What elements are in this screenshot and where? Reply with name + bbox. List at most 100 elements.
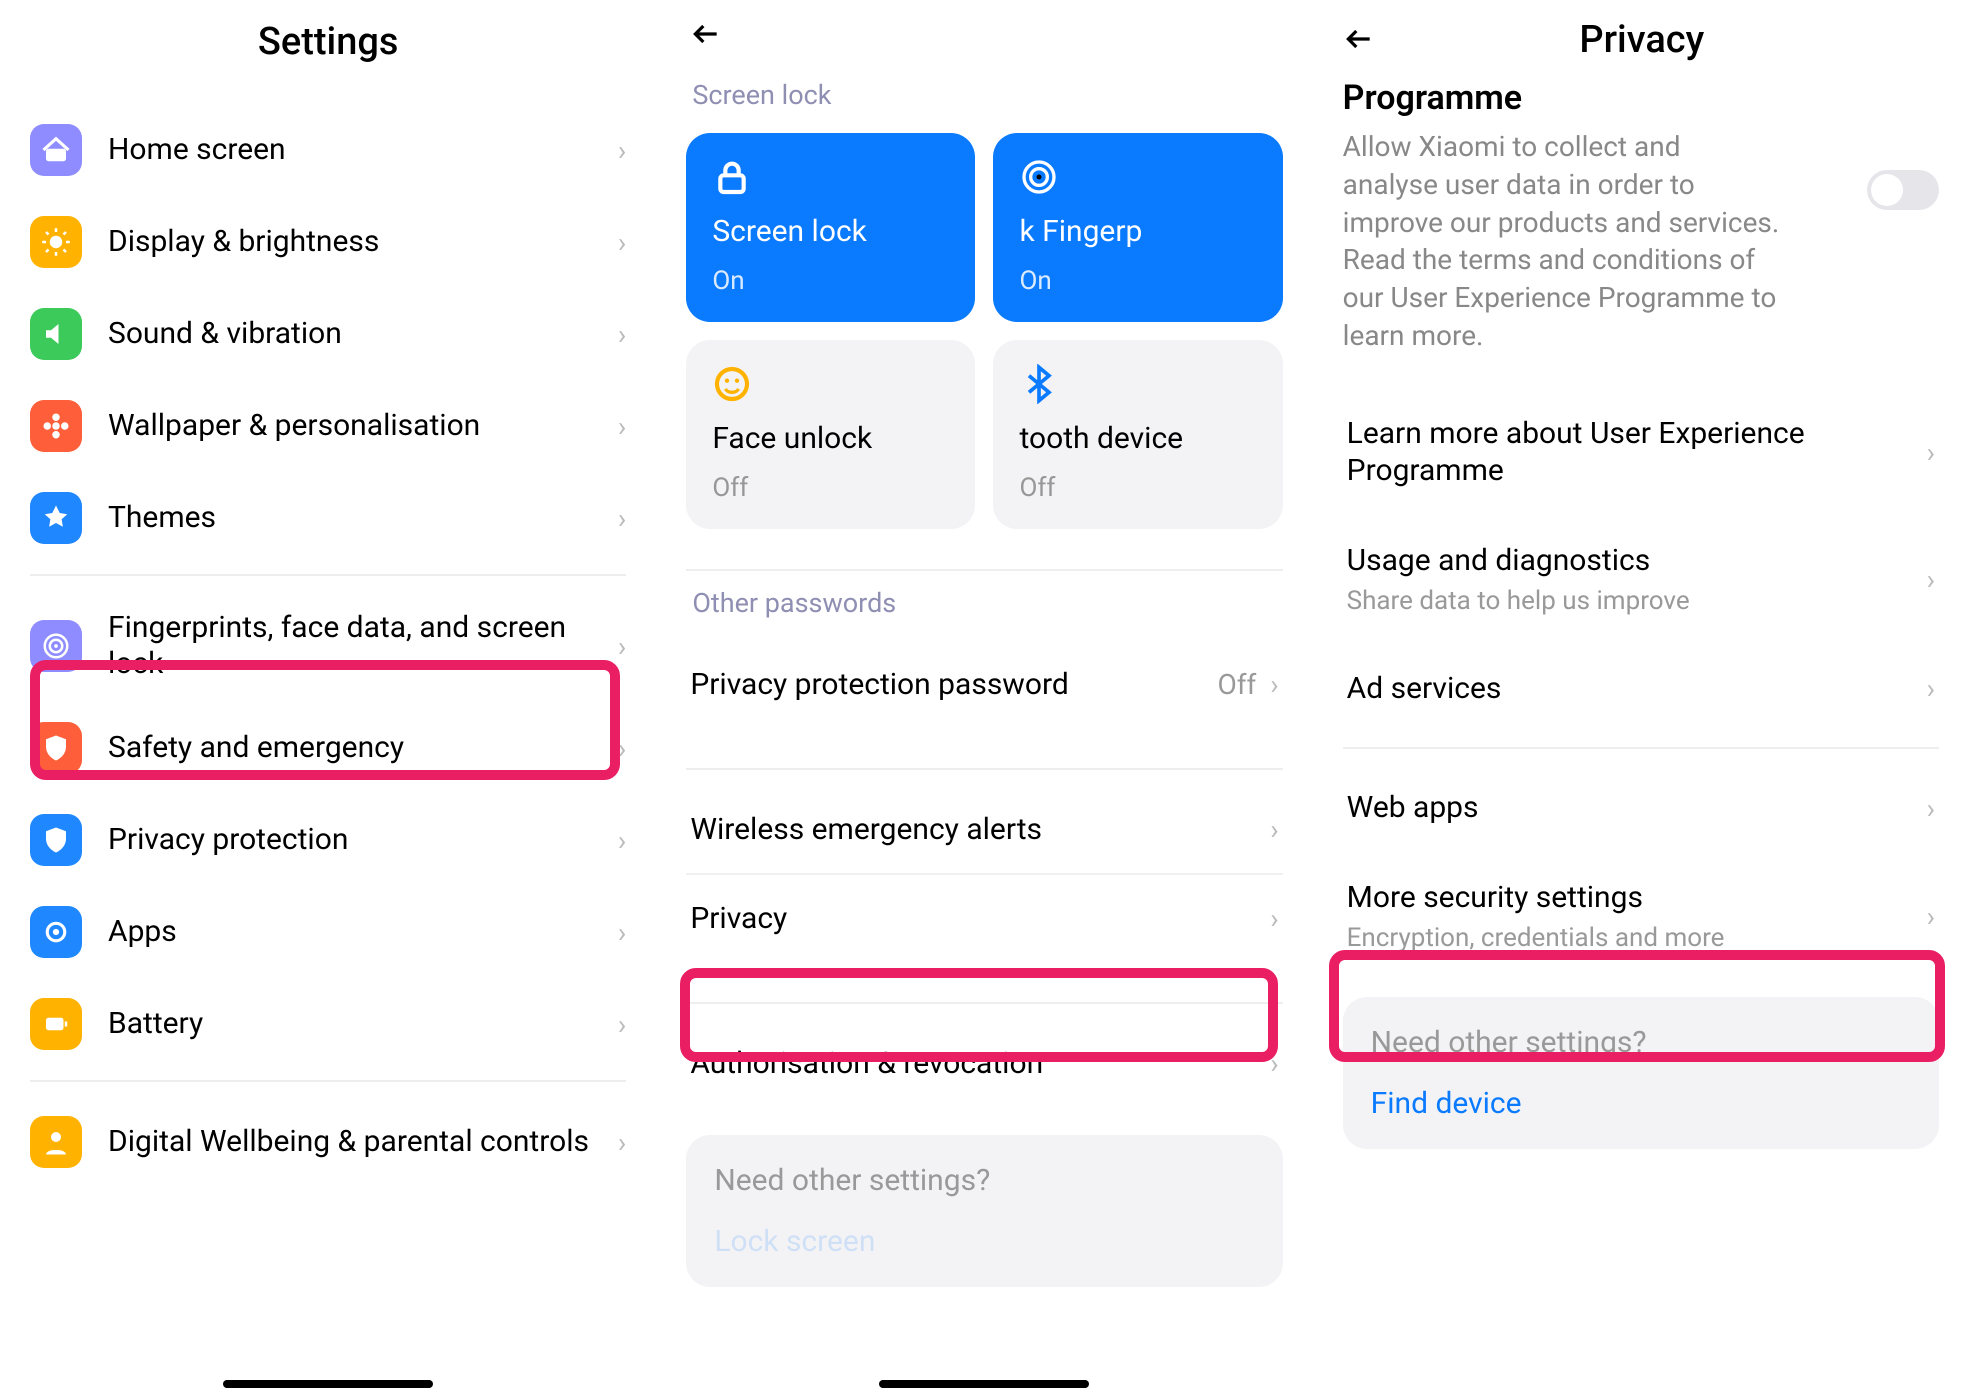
settings-row-g2-2[interactable]: Privacy protection › [30, 794, 626, 886]
lock-screen-link[interactable]: Lock screen [714, 1224, 1254, 1259]
need-other-title: Need other settings? [1371, 1025, 1911, 1060]
card-title: k Fingerp [1019, 215, 1256, 248]
settings-row-4[interactable]: Themes › [30, 472, 626, 564]
card-title: Screen lock [712, 215, 949, 248]
fingerprint-icon [1019, 157, 1256, 197]
page-title: Settings [30, 20, 626, 64]
chevron-right-icon: › [618, 824, 626, 857]
item-label: Usage and diagnosticsShare data to help … [1347, 542, 1927, 618]
find-device-link[interactable]: Find device [1371, 1086, 1911, 1121]
wellbeing-icon-tile [30, 1116, 82, 1168]
row-priv-1[interactable]: Privacy› [686, 875, 1282, 962]
nav-bar-indicator [223, 1380, 433, 1388]
screen-privacy: Privacy Programme Allow Xiaomi to collec… [1313, 0, 1969, 1390]
divider [686, 768, 1282, 770]
settings-row-1[interactable]: Display & brightness › [30, 196, 626, 288]
privacy-item2-1[interactable]: More security settingsEncryption, creden… [1343, 853, 1939, 981]
apps-icon [41, 917, 71, 947]
settings-row-g2-1[interactable]: Safety and emergency › [30, 702, 626, 794]
chevron-right-icon: › [618, 630, 626, 663]
row-label: Fingerprints, face data, and screen lock [108, 610, 592, 682]
card-title: tooth device [1019, 422, 1256, 455]
settings-row-g2-3[interactable]: Apps › [30, 886, 626, 978]
item-label: Learn more about User Experience Program… [1347, 415, 1927, 490]
item-sublabel: Encryption, credentials and more [1347, 922, 1927, 955]
card-status: On [712, 266, 949, 296]
section-screen-lock: Screen lock [692, 79, 1276, 111]
chevron-right-icon: › [618, 732, 626, 765]
card-title: Face unlock [712, 422, 949, 455]
chevron-right-icon: › [618, 226, 626, 259]
lock-card-2[interactable]: Face unlock Off [686, 340, 975, 529]
row-label: Apps [108, 914, 592, 950]
row-label: Authorisation & revocation [690, 1046, 1270, 1081]
row-otherpw-0[interactable]: Privacy protection passwordOff› [686, 641, 1282, 728]
divider [1343, 747, 1939, 749]
home-icon [41, 135, 71, 165]
settings-row-3[interactable]: Wallpaper & personalisation › [30, 380, 626, 472]
chevron-right-icon: › [618, 916, 626, 949]
sound-icon [41, 319, 71, 349]
item-label: Ad services [1347, 670, 1927, 708]
item-label: Web apps [1347, 789, 1927, 827]
chevron-right-icon: › [1270, 902, 1278, 935]
sound-icon-tile [30, 308, 82, 360]
battery-icon [41, 1009, 71, 1039]
home-icon-tile [30, 124, 82, 176]
paint-icon-tile [30, 492, 82, 544]
shieldblue-icon [41, 825, 71, 855]
smile-icon [712, 364, 752, 404]
bluetooth-icon [1019, 364, 1256, 404]
shieldblue-icon-tile [30, 814, 82, 866]
fingerprint-icon-tile [30, 620, 82, 672]
chevron-right-icon: › [1927, 563, 1935, 596]
fingerprint-icon [1019, 157, 1059, 197]
chevron-right-icon: › [618, 1126, 626, 1159]
item-label: More security settingsEncryption, creden… [1347, 879, 1927, 955]
settings-row-g2-4[interactable]: Battery › [30, 978, 626, 1070]
privacy-item-2[interactable]: Ad services › [1343, 644, 1939, 734]
divider [686, 1002, 1282, 1004]
lock-icon [712, 157, 752, 197]
row-label: Privacy protection password [690, 667, 1217, 702]
flower-icon [41, 411, 71, 441]
paint-icon [41, 503, 71, 533]
back-button[interactable] [686, 0, 726, 61]
row-label: Privacy protection [108, 822, 592, 858]
chevron-right-icon: › [618, 134, 626, 167]
card-status: Off [712, 473, 949, 503]
shield-icon-tile [30, 722, 82, 774]
privacy-item-0[interactable]: Learn more about User Experience Program… [1343, 389, 1939, 516]
chevron-right-icon: › [618, 1008, 626, 1041]
privacy-item2-0[interactable]: Web apps › [1343, 763, 1939, 853]
settings-row-0[interactable]: Home screen › [30, 104, 626, 196]
programme-heading: Programme [1343, 78, 1843, 118]
bluetooth-icon [1019, 364, 1059, 404]
card-status: On [1019, 266, 1256, 296]
chevron-right-icon: › [1927, 900, 1935, 933]
smile-icon [712, 364, 949, 404]
screen-settings: Settings Home screen › Display & brightn… [0, 0, 656, 1390]
row-label: Display & brightness [108, 224, 592, 260]
chevron-right-icon: › [1927, 672, 1935, 705]
need-other-title: Need other settings? [714, 1163, 1254, 1198]
row-label: Themes [108, 500, 592, 536]
settings-row-2[interactable]: Sound & vibration › [30, 288, 626, 380]
row-priv-0[interactable]: Wireless emergency alerts› [686, 786, 1282, 873]
apps-icon-tile [30, 906, 82, 958]
lock-card-0[interactable]: Screen lock On [686, 133, 975, 322]
programme-toggle[interactable] [1867, 170, 1939, 210]
divider [686, 569, 1282, 571]
lock-card-3[interactable]: tooth device Off [993, 340, 1282, 529]
back-button[interactable] [1343, 23, 1375, 58]
settings-row-g2-0[interactable]: Fingerprints, face data, and screen lock… [30, 590, 626, 702]
lock-card-1[interactable]: k Fingerp On [993, 133, 1282, 322]
chevron-right-icon: › [618, 502, 626, 535]
divider [30, 1080, 626, 1082]
need-other-settings-panel: Need other settings? Find device [1343, 997, 1939, 1149]
row-auth-0[interactable]: Authorisation & revocation› [686, 1020, 1282, 1107]
privacy-item-1[interactable]: Usage and diagnosticsShare data to help … [1343, 516, 1939, 644]
battery-icon-tile [30, 998, 82, 1050]
lock-icon [712, 157, 949, 197]
settings-row-g3-0[interactable]: Digital Wellbeing & parental controls › [30, 1096, 626, 1188]
